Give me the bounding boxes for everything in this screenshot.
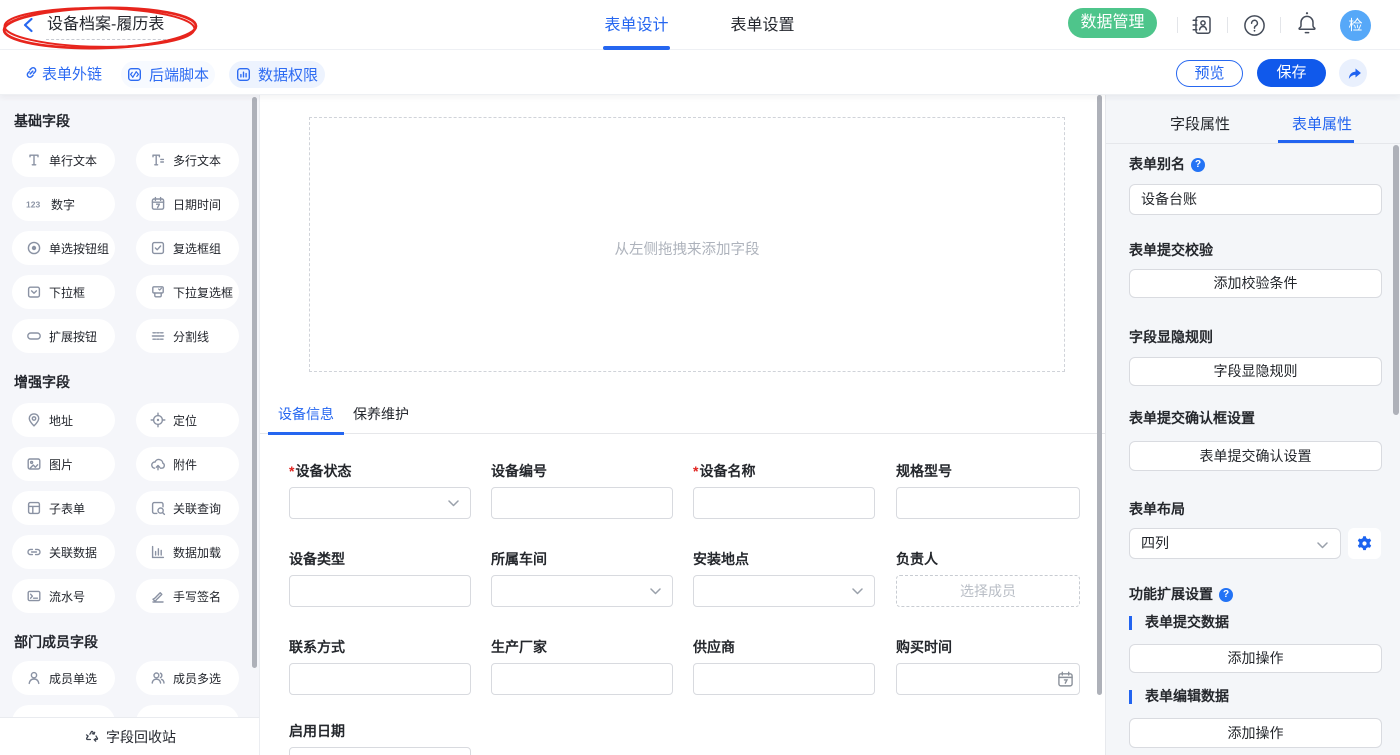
svg-text:123: 123: [26, 200, 40, 210]
